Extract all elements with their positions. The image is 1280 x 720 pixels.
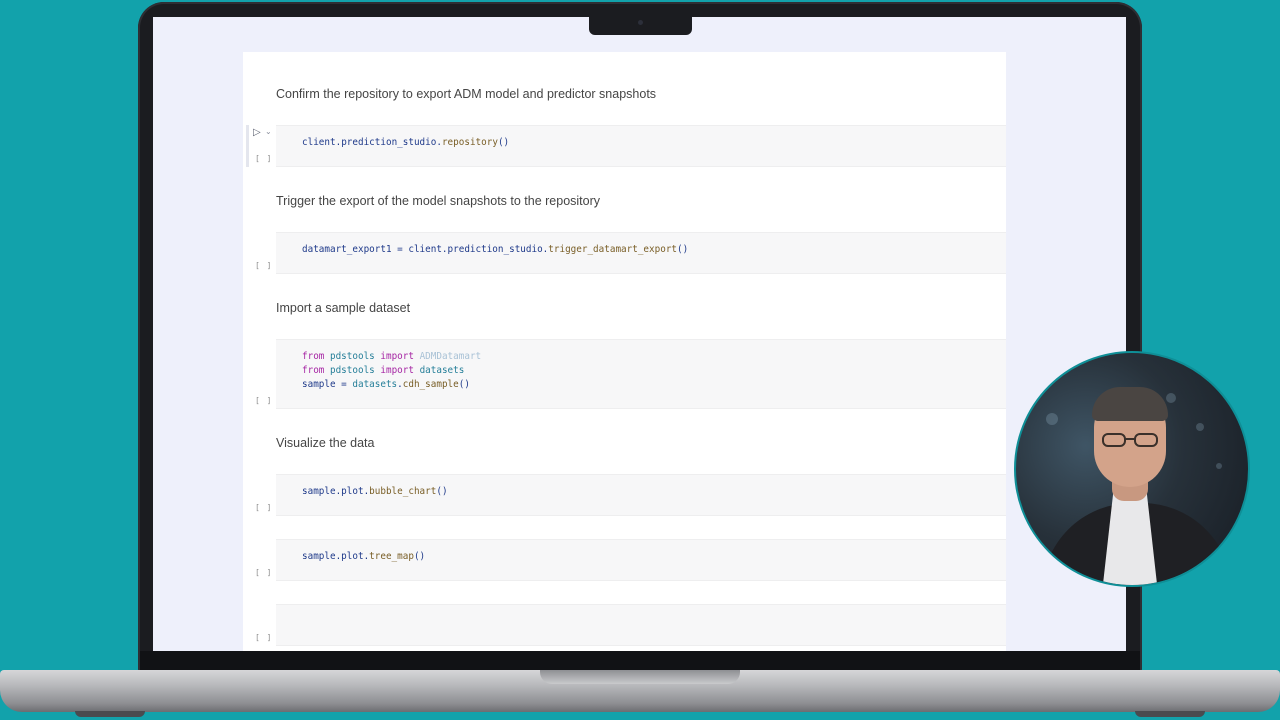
laptop-base	[0, 670, 1280, 712]
code-token: ()	[677, 244, 689, 255]
play-icon[interactable]: ▷	[253, 127, 261, 138]
code-token: ()	[436, 486, 448, 497]
code-token: bubble_chart	[369, 486, 437, 497]
presenter-video	[1014, 351, 1250, 587]
execution-count: [ ]	[255, 396, 273, 405]
execution-count: [ ]	[255, 503, 273, 512]
screen-bezel-bottom	[140, 651, 1140, 671]
execution-count: [ ]	[255, 154, 273, 163]
code-token: tree_map	[369, 551, 414, 562]
execution-count: [ ]	[255, 568, 273, 577]
bokeh-light	[1216, 463, 1222, 469]
code-token: ()	[497, 137, 510, 148]
code-token: import	[380, 365, 414, 376]
laptop-foot-right	[1135, 711, 1205, 717]
code-token: pdstools	[324, 351, 381, 362]
glasses-icon	[1102, 433, 1160, 447]
execution-count: [ ]	[255, 261, 273, 270]
laptop-screen: ▷ ⌄ Confirm the repository to export ADM…	[153, 17, 1126, 651]
code-token: sample =	[302, 379, 353, 390]
code-cell[interactable]: from pdstools import ADMDatamart from pds…	[276, 339, 1006, 409]
markdown-cell[interactable]: Trigger the export of the model snapshot…	[276, 194, 600, 208]
chevron-down-icon[interactable]: ⌄	[265, 127, 272, 136]
code-token: ADMDatamart	[413, 351, 482, 362]
presenter-hair	[1092, 387, 1168, 421]
code-token: sample.plot.	[302, 486, 370, 497]
base-notch	[540, 670, 740, 684]
active-cell-indicator	[246, 125, 249, 167]
code-cell[interactable]: client.prediction_studio.repository()	[276, 125, 1006, 167]
markdown-cell[interactable]: Confirm the repository to export ADM mod…	[276, 87, 656, 101]
code-line: datamart_export1 = client.prediction_stu…	[302, 244, 688, 255]
code-cell[interactable]: sample.plot.bubble_chart()	[276, 474, 1006, 516]
code-line: sample = datasets.cdh_sample()	[302, 379, 470, 390]
code-token: repository	[441, 137, 498, 148]
code-line: from pdstools import ADMDatamart	[302, 351, 481, 362]
bokeh-light	[1166, 393, 1176, 403]
code-token: client	[302, 137, 336, 148]
code-token: pdstools	[324, 365, 381, 376]
code-line: client.prediction_studio.repository()	[302, 137, 509, 148]
markdown-cell[interactable]: Visualize the data	[276, 436, 374, 450]
code-token: from	[302, 351, 325, 362]
code-token: datasets	[413, 365, 465, 376]
notebook: ▷ ⌄ Confirm the repository to export ADM…	[243, 52, 1006, 651]
code-token: datamart_export1 = client.prediction_stu…	[302, 244, 549, 255]
code-token: ()	[413, 551, 426, 562]
code-token: trigger_datamart_export	[548, 244, 678, 255]
code-token: import	[380, 351, 414, 362]
bokeh-light	[1046, 413, 1058, 425]
code-token: datasets	[352, 379, 398, 390]
code-cell[interactable]: sample.plot.tree_map()	[276, 539, 1006, 581]
code-token: ()	[458, 379, 470, 390]
laptop-foot-left	[75, 711, 145, 717]
camera-icon	[638, 20, 643, 25]
code-token: from	[302, 365, 325, 376]
code-cell[interactable]: datamart_export1 = client.prediction_stu…	[276, 232, 1006, 274]
code-token: cdh_sample	[402, 379, 459, 390]
code-cell[interactable]	[276, 604, 1006, 646]
code-token: sample.plot.	[302, 551, 370, 562]
code-line: sample.plot.tree_map()	[302, 551, 425, 562]
code-line: sample.plot.bubble_chart()	[302, 486, 448, 497]
markdown-cell[interactable]: Import a sample dataset	[276, 301, 410, 315]
bokeh-light	[1196, 423, 1204, 431]
code-token: .prediction_studio.	[335, 137, 442, 148]
execution-count: [ ]	[255, 633, 273, 642]
camera-notch	[589, 17, 692, 35]
code-line: from pdstools import datasets	[302, 365, 464, 376]
